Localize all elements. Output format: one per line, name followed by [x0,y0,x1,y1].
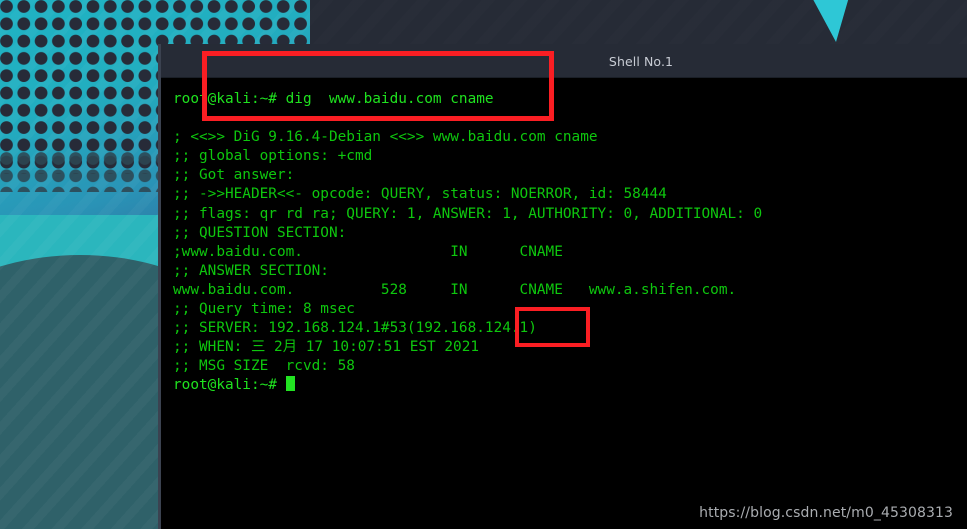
terminal-tab-bar: Shell No.1 [161,44,967,78]
terminal-output-area[interactable]: root@kali:~# dig www.baidu.com cname ; <… [161,78,967,529]
terminal-command-line: root@kali:~# dig www.baidu.com cname [173,91,494,107]
screen: Shell No.1 root@kali:~# dig www.baidu.co… [0,0,967,529]
wallpaper-cyan-triangle-icon [808,0,851,42]
terminal-msg-size: ;; MSG SIZE rcvd: 58 [173,358,355,375]
terminal-query-time: ;; Query time: 8 msec [173,301,355,318]
terminal-server: ;; SERVER: 192.168.124.1#53(192.168.124.… [173,320,537,337]
terminal-question-row: ;www.baidu.com. IN CNAME [173,243,563,260]
terminal-spacer [173,109,967,128]
terminal-line: ; <<>> DiG 9.16.4-Debian <<>> www.baidu.… [173,129,598,146]
terminal-line: ;; Got answer: [173,167,295,184]
terminal-when: ;; WHEN: 三 2月 17 10:07:51 EST 2021 [173,339,480,356]
terminal-window: Shell No.1 root@kali:~# dig www.baidu.co… [158,44,967,529]
terminal-line-flags: ;; flags: qr rd ra; QUERY: 1, ANSWER: 1,… [173,205,763,222]
terminal-question-section-header: ;; QUESTION SECTION: [173,224,347,241]
terminal-answer-row: www.baidu.com. 528 IN CNAME www.a.shifen… [173,281,737,298]
watermark-url: https://blog.csdn.net/m0_45308313 [699,505,953,521]
terminal-answer-section-header: ;; ANSWER SECTION: [173,262,329,279]
tab-label: Shell No.1 [608,53,674,69]
terminal-line: ;; global options: +cmd [173,148,373,165]
terminal-cursor [285,376,295,392]
prompt-text: root@kali:~# [173,377,286,394]
terminal-final-prompt: root@kali:~# [173,376,967,395]
wallpaper-dark-panel [310,0,967,50]
terminal-line-header: ;; ->>HEADER<<- opcode: QUERY, status: N… [173,186,667,203]
tab-shell-no-1[interactable]: Shell No.1 [491,44,791,78]
